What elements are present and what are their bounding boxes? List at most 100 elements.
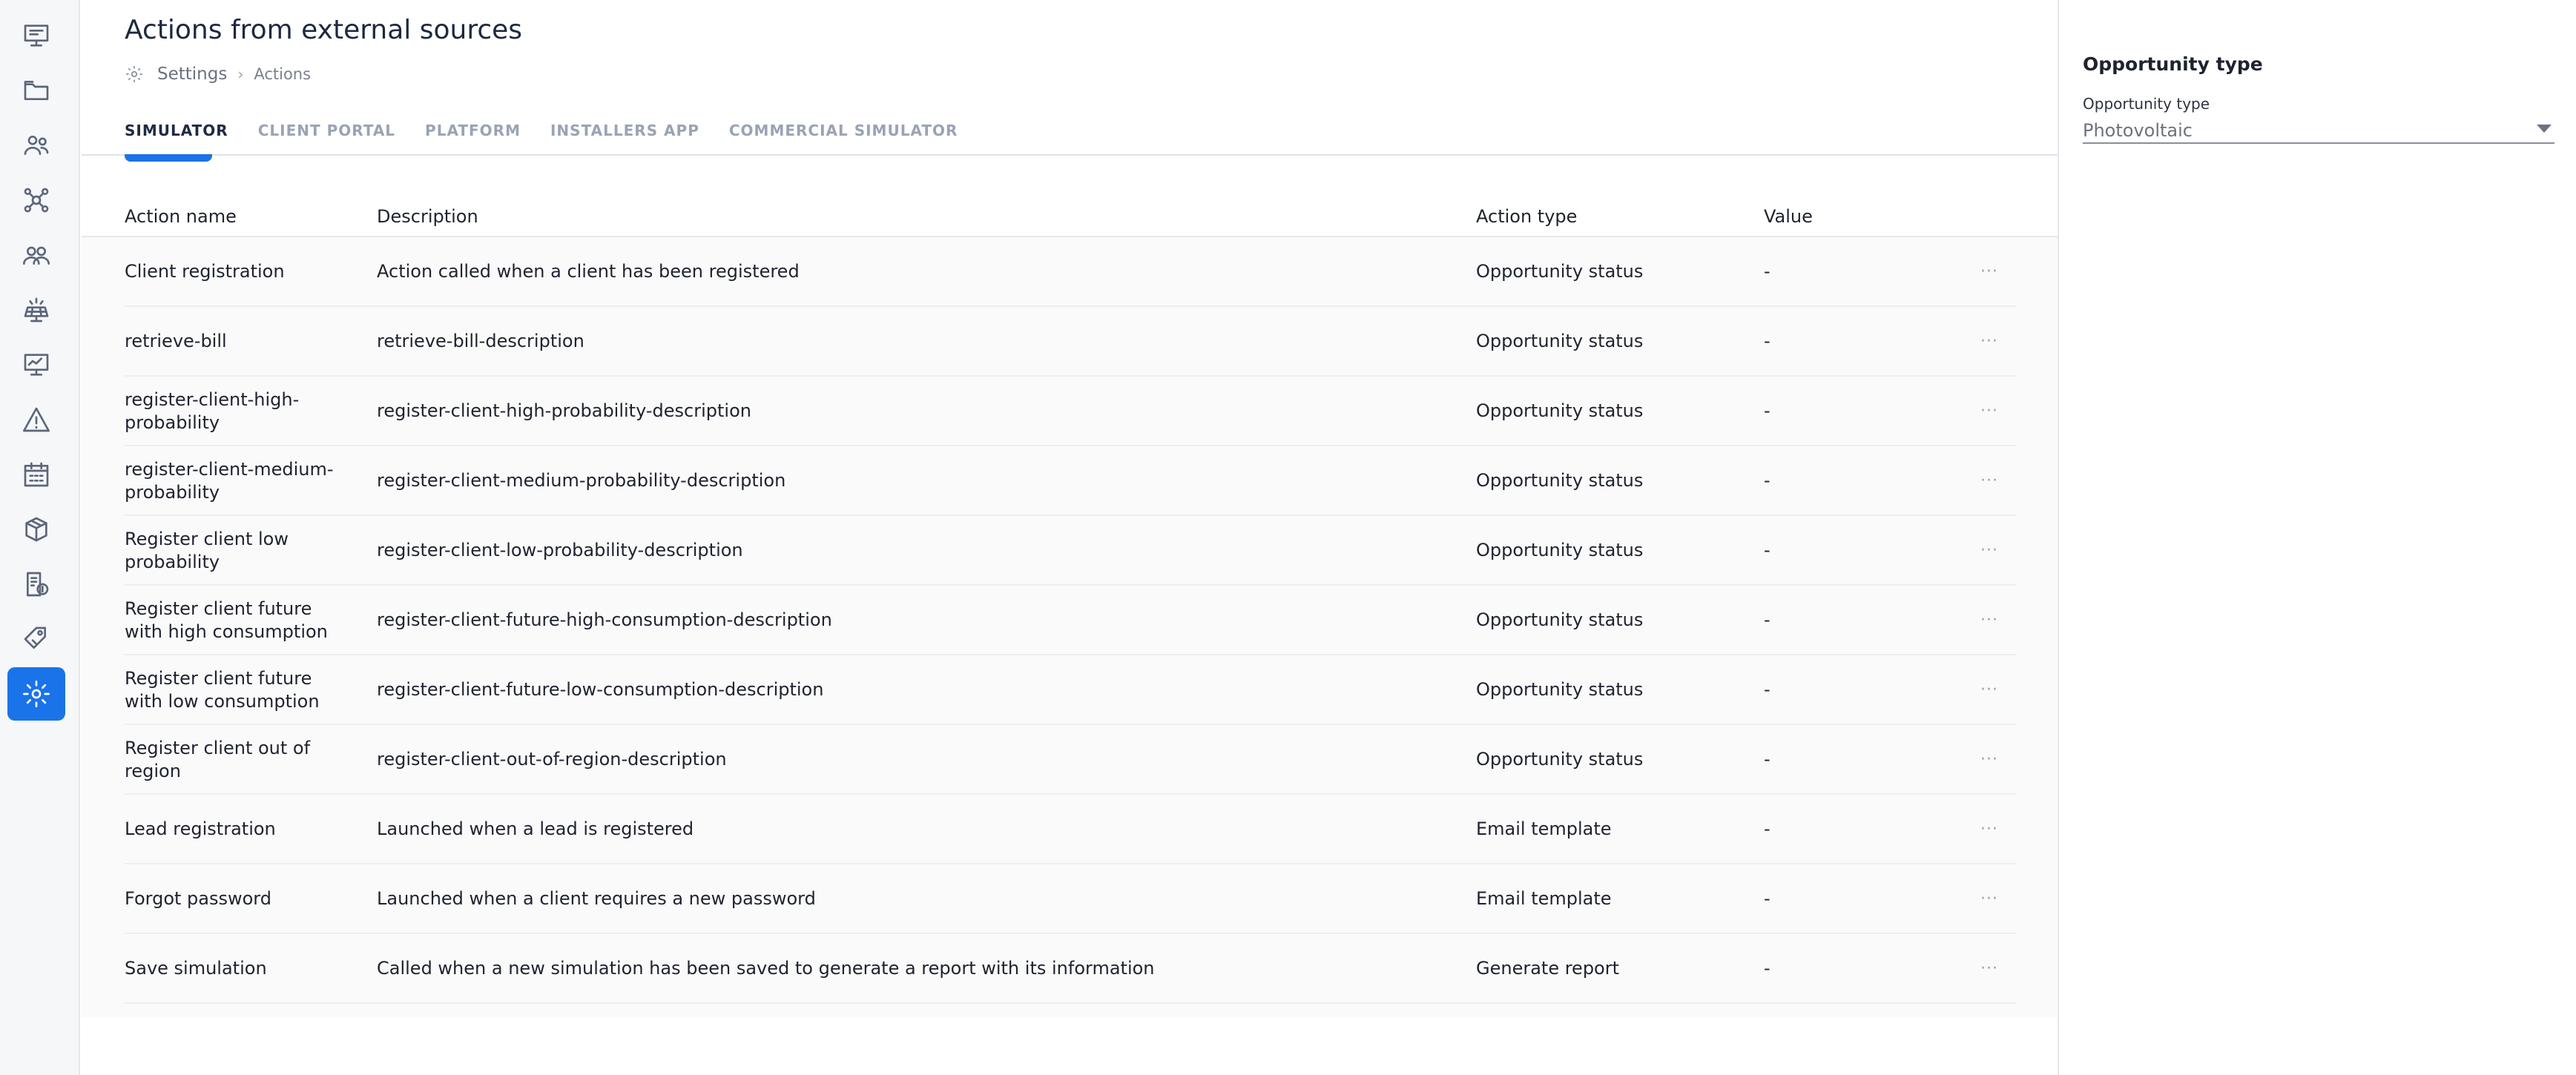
action-name: Save simulation <box>125 958 267 979</box>
breadcrumb: Settings › Actions <box>125 62 311 86</box>
sidebar-item-network[interactable] <box>7 173 65 227</box>
action-name: Lead registration <box>125 818 276 840</box>
table-row[interactable]: register-client-medium-probability regis… <box>82 446 2058 516</box>
breadcrumb-settings[interactable]: Settings <box>157 64 227 84</box>
row-menu-icon[interactable]: ··· <box>1974 516 2004 586</box>
network-icon <box>24 188 49 213</box>
action-value: - <box>1764 679 1770 701</box>
table-row[interactable]: Register client out of region register-c… <box>82 725 2058 795</box>
action-name: register-client-high-probability <box>125 388 300 433</box>
row-menu-icon[interactable]: ··· <box>1974 795 2004 864</box>
table-row[interactable]: Save simulation Called when a new simula… <box>82 934 2058 1004</box>
action-value: - <box>1764 470 1770 492</box>
column-header-description[interactable]: Description <box>377 206 478 227</box>
tab-simulator[interactable]: SIMULATOR <box>125 122 228 139</box>
row-menu-icon[interactable]: ··· <box>1974 377 2004 446</box>
caret-down-icon <box>2537 125 2552 133</box>
warning-icon <box>23 407 50 432</box>
row-menu-icon[interactable]: ··· <box>1974 446 2004 516</box>
sidebar-item-offers[interactable] <box>7 612 65 666</box>
page-title: Actions from external sources <box>125 15 523 45</box>
table-row[interactable]: retrieve-bill retrieve-bill-description … <box>82 307 2058 377</box>
sidebar-item-dashboard[interactable] <box>7 9 65 62</box>
action-description: register-client-medium-probability-descr… <box>377 470 786 492</box>
action-value: - <box>1764 749 1770 770</box>
sidebar-item-monitoring[interactable] <box>7 338 65 391</box>
action-description: Called when a new simulation has been sa… <box>377 958 1155 979</box>
sidebar-item-settings[interactable] <box>7 667 65 721</box>
table-row[interactable]: Lead registration Launched when a lead i… <box>82 795 2058 864</box>
action-description: register-client-out-of-region-descriptio… <box>377 749 727 770</box>
tab-commercial-simulator[interactable]: COMMERCIAL SIMULATOR <box>729 122 958 139</box>
action-type: Generate report <box>1476 958 1620 979</box>
tab-platform[interactable]: PLATFORM <box>425 122 521 139</box>
row-menu-icon[interactable]: ··· <box>1974 725 2004 795</box>
action-name: Forgot password <box>125 888 271 910</box>
table-row[interactable]: Client registration Action called when a… <box>82 237 2058 307</box>
column-header-value[interactable]: Value <box>1764 206 1813 227</box>
sidebar-item-billing[interactable] <box>7 558 65 611</box>
breadcrumb-separator: › <box>237 65 244 83</box>
row-menu-icon[interactable]: ··· <box>1974 237 2004 307</box>
monitor-icon <box>24 354 49 376</box>
row-menu-icon[interactable]: ··· <box>1974 655 2004 725</box>
tag-icon <box>24 626 47 649</box>
action-description: retrieve-bill-description <box>377 331 584 352</box>
tab-client-portal[interactable]: CLIENT PORTAL <box>258 122 395 139</box>
sidebar-item-clients[interactable] <box>7 119 65 172</box>
action-description: Launched when a lead is registered <box>377 818 694 840</box>
filter-panel: Opportunity type Opportunity type Photov… <box>2058 0 2576 1075</box>
sidebar <box>0 0 80 1075</box>
sidebar-item-installations[interactable] <box>7 283 65 337</box>
action-value: - <box>1764 400 1770 422</box>
sidebar-item-projects[interactable] <box>7 64 65 117</box>
package-icon <box>25 517 47 542</box>
action-type: Opportunity status <box>1476 261 1644 282</box>
opportunity-type-select[interactable]: Photovoltaic <box>2083 117 2554 144</box>
action-type: Opportunity status <box>1476 400 1644 422</box>
sidebar-item-team[interactable] <box>7 228 65 282</box>
sidebar-item-products[interactable] <box>7 503 65 556</box>
action-type: Email template <box>1476 818 1612 840</box>
table-row[interactable]: Register client future with low consumpt… <box>82 655 2058 725</box>
table-row[interactable]: Register client future with high consump… <box>82 586 2058 655</box>
tab-installers-app[interactable]: INSTALLERS APP <box>550 122 699 139</box>
row-menu-icon[interactable]: ··· <box>1974 586 2004 655</box>
sidebar-item-incidents[interactable] <box>7 393 65 446</box>
tab-bar: SIMULATOR CLIENT PORTAL PLATFORM INSTALL… <box>125 119 987 142</box>
column-header-action-name[interactable]: Action name <box>125 206 237 227</box>
table-header: Action name Description Action type Valu… <box>125 206 2016 233</box>
action-description: Launched when a client requires a new pa… <box>377 888 816 910</box>
action-name: Client registration <box>125 261 285 282</box>
action-description: register-client-high-probability-descrip… <box>377 400 751 422</box>
action-type: Opportunity status <box>1476 331 1644 352</box>
calendar-icon <box>24 462 49 487</box>
table-row[interactable]: register-client-high-probability registe… <box>82 377 2058 446</box>
action-value: - <box>1764 818 1770 840</box>
action-type: Opportunity status <box>1476 609 1644 631</box>
main-content: Actions from external sources Settings ›… <box>82 0 2058 1075</box>
action-name: Register client future with low consumpt… <box>125 667 320 712</box>
settings-icon <box>126 66 142 82</box>
sidebar-item-calendar[interactable] <box>7 448 65 501</box>
column-header-action-type[interactable]: Action type <box>1476 206 1577 227</box>
action-type: Opportunity status <box>1476 679 1644 701</box>
action-description: register-client-low-probability-descript… <box>377 540 743 561</box>
panel-title: Opportunity type <box>2083 53 2263 75</box>
action-value: - <box>1764 331 1770 352</box>
action-description: Action called when a client has been reg… <box>377 261 800 282</box>
action-name: Register client out of region <box>125 737 311 781</box>
row-divider <box>125 1002 2016 1004</box>
active-tab-indicator <box>125 154 212 162</box>
table-row[interactable]: Forgot password Launched when a client r… <box>82 864 2058 934</box>
row-menu-icon[interactable]: ··· <box>1974 934 2004 1004</box>
action-value: - <box>1764 540 1770 561</box>
action-description: register-client-future-low-consumption-d… <box>377 679 824 701</box>
table-row[interactable]: Register client low probability register… <box>82 516 2058 586</box>
action-value: - <box>1764 609 1770 631</box>
action-type: Opportunity status <box>1476 540 1644 561</box>
row-menu-icon[interactable]: ··· <box>1974 307 2004 377</box>
action-name: Register client future with high consump… <box>125 598 328 642</box>
row-menu-icon[interactable]: ··· <box>1974 864 2004 934</box>
tabs-divider <box>82 154 2058 156</box>
